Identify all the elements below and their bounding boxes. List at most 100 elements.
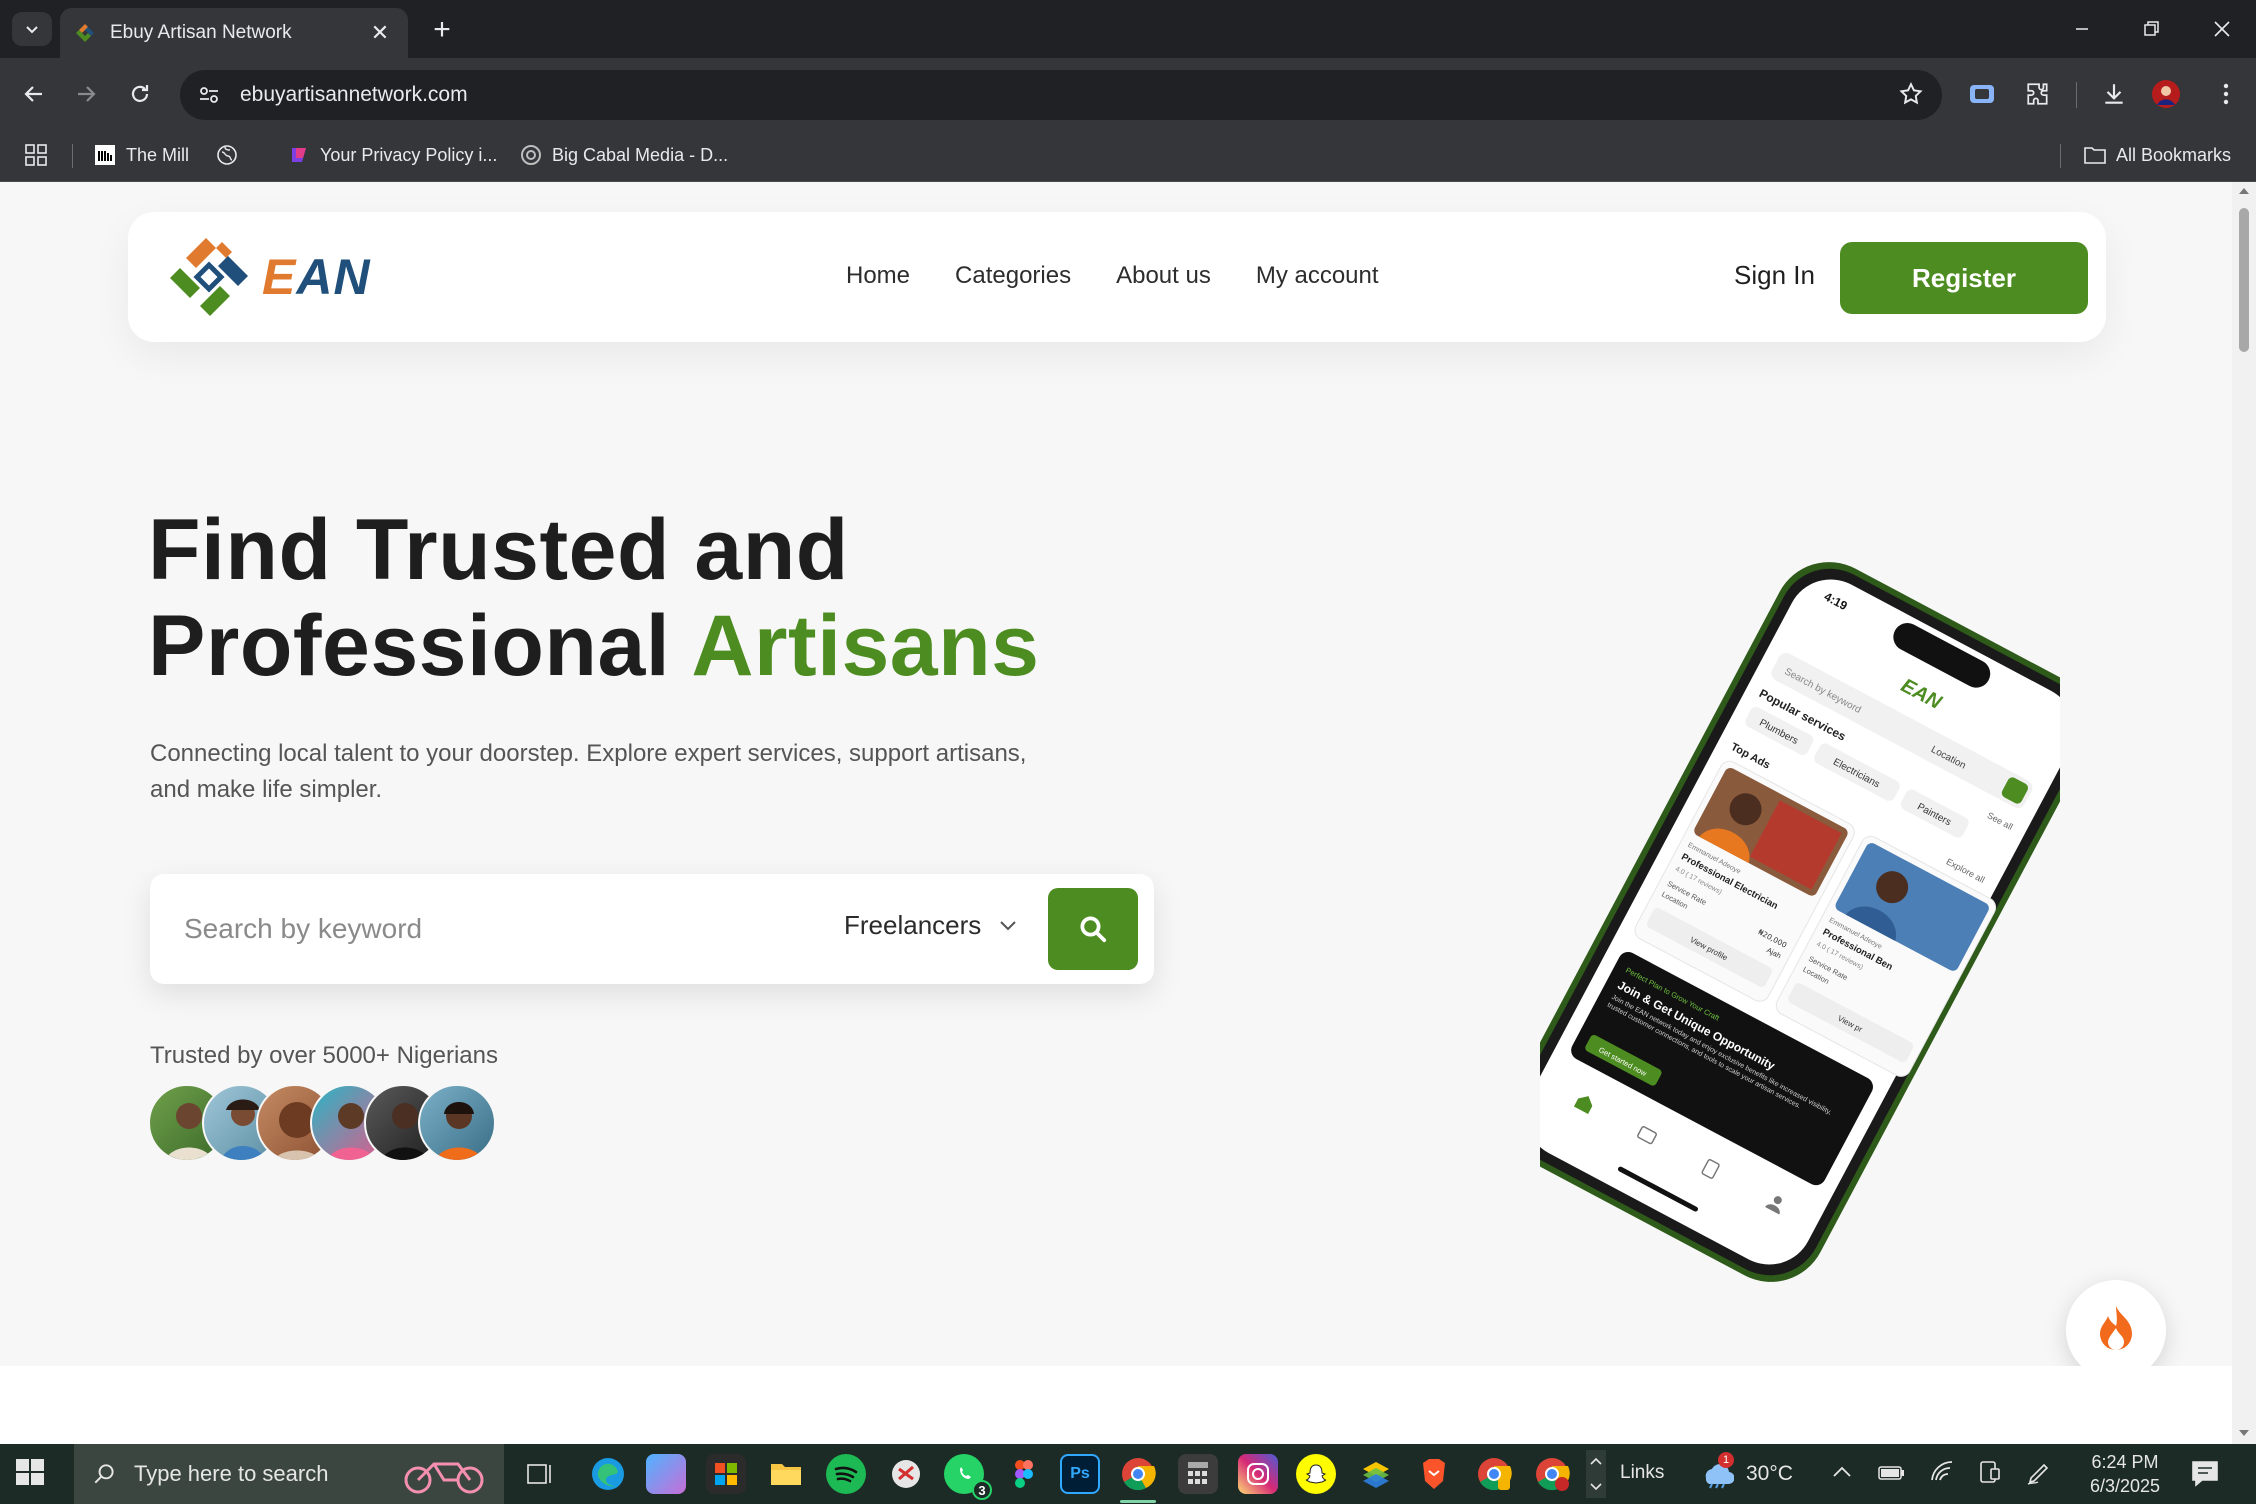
forward-button[interactable] (66, 74, 106, 114)
trusted-text: Trusted by over 5000+ Nigerians (150, 1042, 498, 1069)
temperature-text: 30°C (1746, 1462, 1793, 1485)
browser-tab[interactable]: Ebuy Artisan Network ✕ (60, 8, 408, 58)
spotify-icon[interactable] (826, 1454, 866, 1494)
file-explorer-icon[interactable] (766, 1454, 806, 1494)
calculator-icon[interactable] (1178, 1454, 1218, 1494)
bookmark-the-mill[interactable]: The Mill (94, 140, 189, 170)
category-dropdown[interactable]: Freelancers (844, 910, 1017, 941)
edge-icon[interactable] (588, 1454, 628, 1494)
brave-icon[interactable] (1414, 1454, 1454, 1494)
search-icon (1080, 916, 1107, 943)
instagram-icon[interactable] (1238, 1454, 1278, 1494)
logo-text: EAN (262, 249, 371, 305)
nav-categories[interactable]: Categories (955, 262, 1071, 290)
search-icon (94, 1464, 114, 1484)
keyword-search-input[interactable] (184, 906, 784, 952)
arrow-left-icon (24, 86, 42, 102)
tray-overflow-icon[interactable] (1832, 1464, 1852, 1483)
chrome-profile-2-icon[interactable] (1474, 1454, 1514, 1494)
wifi-icon[interactable] (1930, 1460, 1956, 1489)
profile-avatar-icon[interactable] (2146, 74, 2186, 114)
the-mill-icon (94, 144, 116, 166)
copilot-icon[interactable] (646, 1454, 686, 1494)
bookmark-big-cabal-media[interactable]: Big Cabal Media - D... (520, 140, 728, 170)
bluestacks-icon[interactable] (1356, 1454, 1396, 1494)
nav-about-us[interactable]: About us (1116, 262, 1211, 290)
snapchat-icon[interactable] (1296, 1454, 1336, 1494)
pen-icon[interactable] (2026, 1460, 2052, 1491)
hero-title-line2: Professional (148, 598, 692, 694)
hero-subtitle: Connecting local talent to your doorstep… (150, 740, 1027, 803)
windows-taskbar: Type here to search 3 Ps Links 1 30°C 6:… (0, 1444, 2256, 1504)
site-header: EAN Home Categories About us My account … (128, 212, 2106, 342)
minimize-icon (2076, 28, 2088, 30)
all-bookmarks-button[interactable]: All Bookmarks (2084, 140, 2231, 170)
hero-title-line1: Find Trusted and (148, 502, 849, 598)
minimize-button[interactable] (2052, 10, 2112, 48)
downloads-icon[interactable] (2094, 74, 2134, 114)
chat-support-button[interactable] (2066, 1280, 2166, 1380)
page-scrollbar[interactable] (2232, 182, 2256, 1444)
scroll-up-icon[interactable] (2238, 186, 2250, 196)
nav-home[interactable]: Home (846, 262, 910, 290)
weather-icon[interactable]: 1 (1700, 1452, 1735, 1495)
bookmark-privacy-policy[interactable]: Your Privacy Policy i... (288, 140, 497, 170)
chrome-icon[interactable] (1118, 1454, 1158, 1494)
taskbar-search-box[interactable]: Type here to search (74, 1444, 504, 1504)
photoshop-icon[interactable]: Ps (1060, 1454, 1100, 1494)
reload-button[interactable] (120, 74, 160, 114)
browser-menu-icon[interactable] (2206, 74, 2246, 114)
whatsapp-badge: 3 (972, 1480, 992, 1500)
close-icon (2214, 21, 2230, 37)
start-button[interactable] (14, 1456, 54, 1492)
extensions-icon[interactable] (2018, 74, 2058, 114)
snipping-tool-icon[interactable] (886, 1454, 926, 1494)
restore-button[interactable] (2122, 10, 2182, 48)
back-button[interactable] (14, 74, 54, 114)
nav-my-account[interactable]: My account (1256, 262, 1379, 290)
bookmark-divider (2060, 144, 2061, 168)
web-page: EAN Home Categories About us My account … (0, 182, 2232, 1444)
tab-search-button[interactable] (12, 12, 52, 46)
search-button[interactable] (1048, 888, 1138, 970)
scroll-down-icon[interactable] (2238, 1428, 2250, 1438)
windows-logo-icon (16, 1459, 44, 1485)
screen-cast-icon[interactable] (1962, 74, 2002, 114)
scrollbar-thumb[interactable] (2239, 208, 2249, 352)
microsoft-store-icon[interactable] (706, 1454, 746, 1494)
site-info-icon[interactable] (198, 84, 220, 106)
browser-toolbar: ebuyartisannetwork.com (0, 58, 2256, 130)
bookmarks-bar: The Mill Your Privacy Policy i... Big Ca… (0, 130, 2256, 182)
tab-title: Ebuy Artisan Network (110, 22, 292, 43)
chrome-profile-3-icon[interactable] (1532, 1454, 1572, 1494)
figma-icon[interactable] (1004, 1454, 1044, 1494)
flame-chat-icon (2100, 1306, 2132, 1350)
chevron-up-down-icon (1590, 1457, 1602, 1491)
tab-close-icon[interactable]: ✕ (366, 20, 394, 46)
notifications-icon[interactable] (2190, 1458, 2220, 1493)
bookmark-label: Your Privacy Policy i... (320, 144, 498, 165)
register-button[interactable]: Register (1840, 242, 2088, 314)
taskbar-clock[interactable]: 6:24 PM 6/3/2025 (2070, 1450, 2180, 1498)
battery-icon[interactable] (1878, 1464, 1906, 1487)
bicycle-icon (404, 1462, 484, 1494)
close-window-button[interactable] (2192, 10, 2252, 48)
task-view-icon[interactable] (520, 1454, 560, 1494)
whatsapp-icon[interactable]: 3 (944, 1454, 992, 1500)
hero-title: Find Trusted and Professional Artisans (148, 502, 1040, 694)
hero-search-bar: Freelancers (150, 874, 1154, 984)
device-icon[interactable] (1976, 1460, 2002, 1491)
all-bookmarks-label: All Bookmarks (2116, 144, 2232, 165)
apps-grid-icon[interactable] (24, 140, 48, 170)
address-bar[interactable]: ebuyartisannetwork.com (180, 70, 1942, 120)
taskbar-scroll[interactable] (1586, 1450, 1606, 1498)
bookmark-globe[interactable] (216, 140, 248, 170)
new-tab-button[interactable]: + (424, 12, 460, 48)
bookmark-star-icon[interactable] (1898, 81, 1924, 107)
reload-icon (131, 85, 149, 102)
chevron-down-icon (1000, 920, 1016, 930)
links-toolbar[interactable]: Links (1620, 1462, 1664, 1484)
site-logo[interactable]: EAN (166, 234, 371, 320)
sign-in-link[interactable]: Sign In (1734, 260, 1815, 291)
clock-time: 6:24 PM (2091, 1452, 2159, 1472)
